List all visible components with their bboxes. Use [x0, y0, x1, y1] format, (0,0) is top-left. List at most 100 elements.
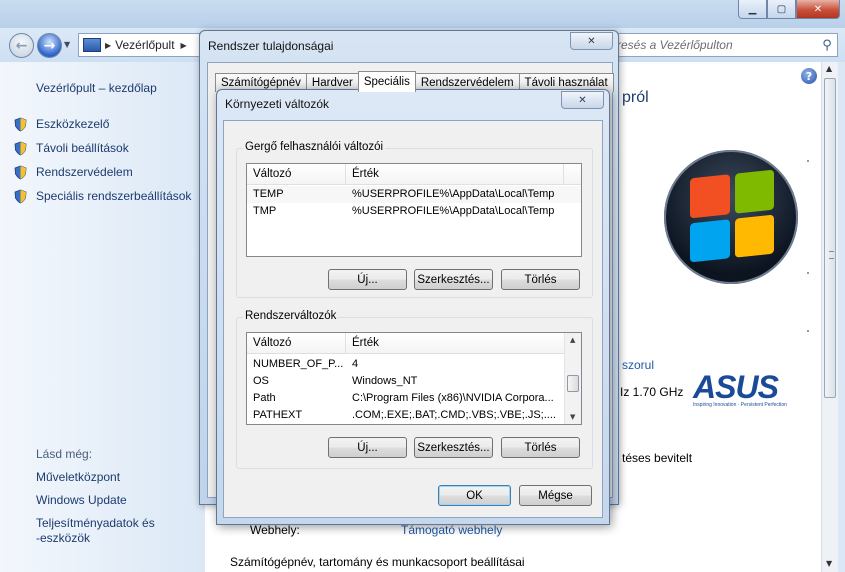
sidebar-item-advanced-settings[interactable]: Speciális rendszerbeállítások — [36, 189, 191, 203]
support-website-link[interactable]: Támogató webhely — [401, 523, 502, 537]
dialog-close-button[interactable]: ✕ — [561, 91, 604, 109]
user-edit-button[interactable]: Szerkesztés... — [414, 269, 493, 290]
see-also-performance-cont[interactable]: -eszközök — [36, 531, 90, 545]
system-delete-button[interactable]: Törlés — [501, 437, 580, 458]
scroll-up-arrow-icon[interactable]: ▲ — [826, 64, 832, 73]
environment-variables-dialog: Környezeti változók ✕ Gergő felhasználói… — [216, 89, 610, 525]
variable-value: C:\Program Files (x86)\NVIDIA Corpora... — [352, 392, 554, 404]
forward-button[interactable]: → — [37, 33, 62, 58]
history-dropdown-icon[interactable]: ▼ — [64, 40, 70, 49]
dialog-body: Gergő felhasználói változói Változó Érté… — [223, 120, 603, 518]
scroll-up-arrow-icon[interactable]: ▲ — [570, 336, 575, 344]
variable-value: %USERPROFILE%\AppData\Local\Temp — [352, 188, 555, 200]
dialog-title: Környezeti változók — [225, 97, 330, 111]
breadcrumb-separator-icon[interactable]: ▶ — [181, 41, 187, 50]
shield-icon — [14, 117, 27, 132]
user-variables-list[interactable]: Változó Érték TEMP %USERPROFILE%\AppData… — [246, 163, 582, 257]
asus-logo: ASUS Inspiring Innovation · Persistent P… — [693, 371, 805, 408]
see-also-action-center[interactable]: Műveletközpont — [36, 470, 120, 484]
search-icon[interactable]: ⚲ — [817, 38, 837, 53]
user-variables-group: Gergő felhasználói változói Változó Érté… — [236, 141, 593, 298]
close-button[interactable]: ✕ — [796, 0, 840, 19]
list-item[interactable]: OS Windows_NT — [247, 373, 566, 390]
column-header-variable[interactable]: Változó — [247, 333, 346, 354]
user-delete-button[interactable]: Törlés — [501, 269, 580, 290]
see-also-heading: Lásd még: — [36, 447, 93, 461]
divider — [807, 330, 809, 332]
see-also-windows-update[interactable]: Windows Update — [36, 493, 127, 507]
sidebar-item-system-protection[interactable]: Rendszervédelem — [36, 165, 133, 179]
system-new-button[interactable]: Új... — [328, 437, 407, 458]
breadcrumb-separator-icon[interactable]: ▶ — [105, 41, 111, 50]
search-placeholder: resés a Vezérlőpulton — [617, 38, 733, 52]
cancel-button[interactable]: Mégse — [519, 485, 592, 506]
back-arrow-icon: ← — [15, 37, 28, 54]
website-label: Webhely: — [250, 523, 300, 537]
scroll-thumb[interactable] — [567, 375, 579, 392]
dialog-close-button[interactable]: ✕ — [570, 32, 613, 50]
back-button[interactable]: ← — [9, 33, 34, 58]
scroll-thumb[interactable] — [824, 78, 836, 398]
shield-icon — [14, 165, 27, 180]
control-panel-icon — [83, 38, 101, 52]
flag-blue — [690, 218, 730, 263]
breadcrumb-control-panel[interactable]: Vezérlőpult — [115, 38, 174, 52]
variable-name: OS — [253, 375, 269, 387]
flag-green — [734, 169, 774, 214]
vertical-scrollbar[interactable]: ▲ ▼ — [821, 62, 838, 572]
windows-flag — [690, 169, 774, 263]
see-also-performance[interactable]: Teljesítményadatok és — [36, 516, 155, 530]
sidebar: Vezérlőpult – kezdőlap Eszközkezelő Távo… — [0, 62, 205, 572]
ok-button[interactable]: OK — [438, 485, 511, 506]
list-item[interactable]: TEMP %USERPROFILE%\AppData\Local\Temp — [247, 186, 581, 203]
system-edit-button[interactable]: Szerkesztés... — [414, 437, 493, 458]
column-header-value[interactable]: Érték — [346, 333, 566, 354]
rating-link[interactable]: szorul — [622, 358, 654, 372]
list-item[interactable]: PATHEXT .COM;.EXE;.BAT;.CMD;.VBS;.VBE;.J… — [247, 407, 566, 424]
computer-name-section-heading: Számítógépnév, tartomány és munkacsoport… — [230, 555, 525, 569]
scroll-down-arrow-icon[interactable]: ▼ — [570, 413, 575, 421]
close-icon: ✕ — [578, 94, 587, 106]
scroll-down-arrow-icon[interactable]: ▼ — [826, 559, 832, 568]
sidebar-item-device-manager[interactable]: Eszközkezelő — [36, 117, 109, 131]
flag-yellow — [734, 214, 774, 258]
flag-red — [690, 174, 730, 218]
minimize-button[interactable]: ▁ — [738, 0, 767, 19]
help-icon[interactable]: ? — [801, 68, 817, 84]
processor-value: Iz 1.70 GHz — [620, 385, 684, 399]
variable-name: TMP — [253, 205, 277, 217]
sidebar-home-link[interactable]: Vezérlőpult – kezdőlap — [36, 81, 157, 95]
list-item[interactable]: TMP %USERPROFILE%\AppData\Local\Temp — [247, 203, 581, 220]
windows-logo-icon — [664, 150, 798, 284]
divider — [807, 160, 809, 162]
grip-icon — [829, 251, 834, 259]
list-scrollbar[interactable]: ▲ ▼ — [564, 333, 581, 424]
column-header-value[interactable]: Érték — [346, 164, 564, 185]
address-bar[interactable]: ▶ Vezérlőpult ▶ — [78, 33, 200, 57]
list-item[interactable]: Path C:\Program Files (x86)\NVIDIA Corpo… — [247, 390, 566, 407]
user-new-button[interactable]: Új... — [328, 269, 407, 290]
search-input[interactable]: resés a Vezérlőpulton ⚲ — [608, 33, 838, 57]
variable-name: PATHEXT — [253, 409, 303, 421]
system-variables-list[interactable]: Változó Érték NUMBER_OF_P... 4 OS Window… — [246, 332, 582, 425]
variable-name: Path — [253, 392, 276, 404]
list-header: Változó Érték — [247, 333, 566, 354]
page-heading: pról — [622, 89, 649, 106]
column-header-variable[interactable]: Változó — [247, 164, 346, 185]
system-variables-legend: Rendszerváltozók — [243, 310, 339, 322]
sidebar-item-remote-settings[interactable]: Távoli beállítások — [36, 141, 129, 155]
dialog-title: Rendszer tulajdonságai — [208, 39, 334, 53]
user-variables-legend: Gergő felhasználói változói — [243, 141, 386, 153]
maximize-button[interactable]: ▢ — [767, 0, 796, 19]
shield-icon — [14, 141, 27, 156]
caption-buttons: ▁ ▢ ✕ — [738, 0, 840, 19]
window-titlebar: ▁ ▢ ✕ — [0, 0, 845, 28]
asus-tagline: Inspiring Innovation · Persistent Perfec… — [693, 402, 787, 408]
forward-arrow-icon: → — [43, 37, 56, 54]
tab-advanced[interactable]: Speciális — [357, 71, 416, 92]
list-header: Változó Érték — [247, 164, 581, 185]
variable-value: %USERPROFILE%\AppData\Local\Temp — [352, 205, 555, 217]
variable-value: .COM;.EXE;.BAT;.CMD;.VBS;.VBE;.JS;.... — [352, 409, 556, 421]
variable-value: Windows_NT — [352, 375, 418, 387]
list-item[interactable]: NUMBER_OF_P... 4 — [247, 356, 566, 373]
